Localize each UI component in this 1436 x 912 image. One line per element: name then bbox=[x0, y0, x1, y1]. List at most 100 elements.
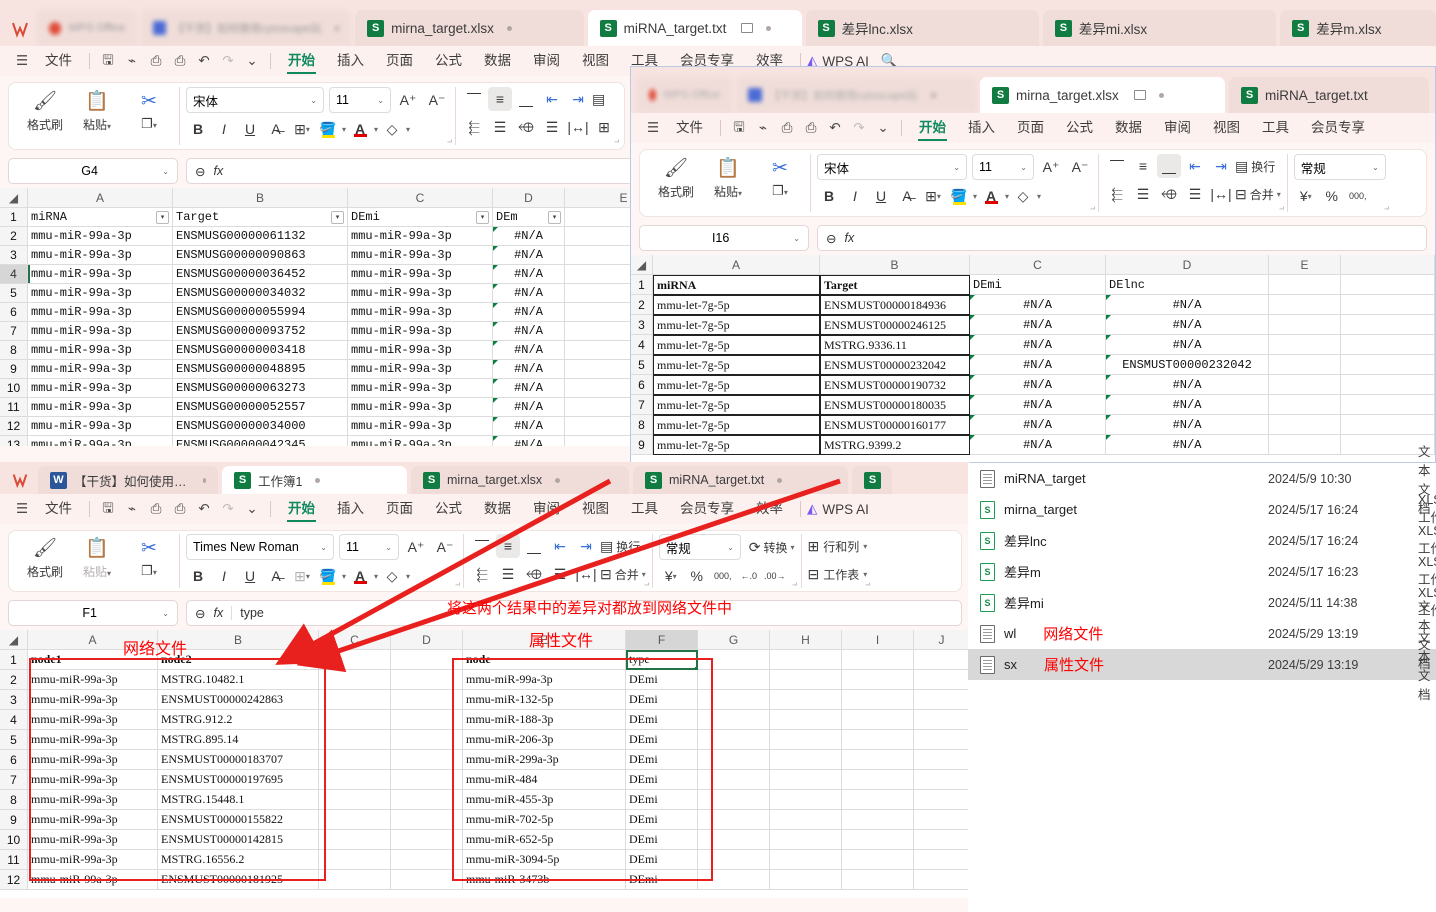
cell-c4[interactable]: #N/A bbox=[970, 335, 1106, 355]
row-number[interactable]: 10 bbox=[0, 379, 28, 398]
strikethrough-icon[interactable]: A̶ bbox=[264, 117, 288, 141]
align-right-icon[interactable]: ⬲ bbox=[522, 562, 546, 586]
cell-c7[interactable]: mmu-miR-99a-3p bbox=[348, 322, 493, 341]
zoom-out-icon[interactable]: ⊖ bbox=[195, 606, 205, 621]
filter-dropdown-icon[interactable]: ▾ bbox=[156, 210, 169, 224]
cell-a10[interactable]: mmu-miR-99a-3p bbox=[28, 830, 158, 850]
cell-g10[interactable] bbox=[698, 830, 770, 850]
convert-button[interactable]: ⟳ 转换 ▾ bbox=[749, 535, 795, 559]
cell-a10[interactable]: mmu-miR-99a-3p bbox=[28, 379, 173, 398]
row-number[interactable]: 12 bbox=[0, 870, 28, 890]
cell-h3[interactable] bbox=[770, 690, 842, 710]
increase-font-size-icon[interactable]: A⁺ bbox=[396, 88, 420, 112]
align-middle-icon[interactable]: ≡ bbox=[1131, 154, 1155, 178]
menu-tab-tools[interactable]: 工具 bbox=[620, 494, 669, 524]
column-header-d[interactable]: D bbox=[1106, 255, 1269, 275]
cell-i11[interactable] bbox=[842, 850, 914, 870]
cell-e4[interactable]: mmu-miR-188-3p bbox=[463, 710, 626, 730]
clear-format-icon[interactable]: ◇ bbox=[380, 117, 404, 141]
cell-e5[interactable]: mmu-miR-206-3p bbox=[463, 730, 626, 750]
cell-e6[interactable] bbox=[1269, 375, 1341, 395]
align-left-icon[interactable]: ⬱ bbox=[470, 562, 494, 586]
cell-a4[interactable]: mmu-let-7g-5p bbox=[653, 335, 820, 355]
menu-tab-member[interactable]: 会员专享 bbox=[669, 494, 745, 524]
cell-e9[interactable]: mmu-miR-702-5p bbox=[463, 810, 626, 830]
tab-mirna-target-txt[interactable]: S miRNA_target.txt bbox=[587, 10, 802, 46]
column-header-b[interactable]: B bbox=[173, 188, 348, 208]
file-row[interactable]: S差异mi2024/5/11 14:38XLSX 工作 bbox=[968, 586, 1436, 618]
menu-tab-data[interactable]: 数据 bbox=[1104, 113, 1153, 143]
row-number[interactable]: 11 bbox=[0, 398, 28, 417]
menu-tab-formula[interactable]: 公式 bbox=[1055, 113, 1104, 143]
cell-c4[interactable]: mmu-miR-99a-3p bbox=[348, 265, 493, 284]
cell-c13[interactable]: mmu-miR-99a-3p bbox=[348, 436, 493, 446]
clear-format-icon[interactable]: ◇ bbox=[380, 564, 404, 588]
cell-d4[interactable]: #N/A bbox=[493, 265, 565, 284]
cell-b2[interactable]: ENSMUST00000184936 bbox=[820, 295, 970, 315]
row-number[interactable]: 12 bbox=[0, 417, 28, 436]
menu-tab-page[interactable]: 页面 bbox=[1006, 113, 1055, 143]
cell-c10[interactable] bbox=[319, 830, 391, 850]
currency-icon[interactable]: ¥ ▾ bbox=[659, 564, 683, 588]
cell-j2[interactable] bbox=[914, 670, 970, 690]
row-number[interactable]: 7 bbox=[0, 322, 28, 341]
align-top-icon[interactable]: ⎺ bbox=[1105, 154, 1129, 178]
cell-j6[interactable] bbox=[914, 750, 970, 770]
align-left-icon[interactable]: ⬱ bbox=[1105, 182, 1129, 206]
menu-tab-start[interactable]: 开始 bbox=[277, 46, 326, 76]
paste-button[interactable]: 📋 粘贴▾ bbox=[71, 534, 123, 580]
cell-d4[interactable] bbox=[391, 710, 463, 730]
cell-f6[interactable] bbox=[1341, 375, 1435, 395]
redo-icon[interactable]: ↷ bbox=[216, 497, 240, 521]
comma-style-icon[interactable]: 000, bbox=[1346, 184, 1370, 208]
tab-mirna-target-xlsx[interactable]: S mirna_target.xlsx bbox=[355, 10, 584, 46]
cell-c4[interactable] bbox=[319, 710, 391, 730]
cell-i1[interactable] bbox=[842, 650, 914, 670]
cell-a9[interactable]: mmu-miR-99a-3p bbox=[28, 360, 173, 379]
cell-a3[interactable]: mmu-miR-99a-3p bbox=[28, 690, 158, 710]
cell-g7[interactable] bbox=[698, 770, 770, 790]
cell-d1[interactable]: DEm ▾ bbox=[493, 208, 565, 227]
cell-b4[interactable]: MSTRG.912.2 bbox=[158, 710, 319, 730]
font-name-select[interactable]: Times New Roman ⌄ bbox=[186, 534, 334, 560]
cell-h5[interactable] bbox=[770, 730, 842, 750]
cell-h12[interactable] bbox=[770, 870, 842, 890]
cell-d4[interactable]: #N/A bbox=[1106, 335, 1269, 355]
cell-d8[interactable] bbox=[391, 790, 463, 810]
cell-e1[interactable] bbox=[1269, 275, 1341, 295]
cell-g2[interactable] bbox=[698, 670, 770, 690]
row-number[interactable]: 7 bbox=[631, 395, 653, 415]
row-number[interactable]: 7 bbox=[0, 770, 28, 790]
cell-c2[interactable]: mmu-miR-99a-3p bbox=[348, 227, 493, 246]
align-right-icon[interactable]: ⬲ bbox=[1157, 182, 1181, 206]
cell-a7[interactable]: mmu-miR-99a-3p bbox=[28, 770, 158, 790]
cell-e12[interactable]: mmu-miR-3473b bbox=[463, 870, 626, 890]
cell-b6[interactable]: ENSMUSG00000055994 bbox=[173, 303, 348, 322]
cell-g8[interactable] bbox=[698, 790, 770, 810]
column-header-j[interactable]: J bbox=[914, 630, 970, 650]
row-number[interactable]: 4 bbox=[0, 710, 28, 730]
menu-tab-insert[interactable]: 插入 bbox=[957, 113, 1006, 143]
justify-icon[interactable]: ☰ bbox=[1183, 182, 1207, 206]
cell-i3[interactable] bbox=[842, 690, 914, 710]
align-top-icon[interactable]: ⎺ bbox=[462, 87, 486, 111]
cell-e8[interactable]: mmu-miR-455-3p bbox=[463, 790, 626, 810]
decrease-font-size-icon[interactable]: A⁻ bbox=[433, 535, 457, 559]
column-header-c[interactable]: C bbox=[348, 188, 493, 208]
cell-i7[interactable] bbox=[842, 770, 914, 790]
cell-b8[interactable]: MSTRG.15448.1 bbox=[158, 790, 319, 810]
row-number[interactable]: 5 bbox=[0, 730, 28, 750]
column-header-a[interactable]: A bbox=[28, 188, 173, 208]
print-icon[interactable]: ⎙ bbox=[144, 49, 168, 73]
cell-f5[interactable]: DEmi bbox=[626, 730, 698, 750]
cell-c7[interactable]: #N/A bbox=[970, 395, 1106, 415]
row-number[interactable]: 13 bbox=[0, 436, 28, 446]
cell-a6[interactable]: mmu-miR-99a-3p bbox=[28, 303, 173, 322]
cell-g4[interactable] bbox=[698, 710, 770, 730]
tab-mirna-target-xlsx[interactable]: S mirna_target.xlsx bbox=[411, 466, 629, 494]
row-number[interactable]: 5 bbox=[631, 355, 653, 375]
formula-input[interactable]: ⊖ fx bbox=[817, 225, 1427, 251]
file-row[interactable]: wl 网络文件 2024/5/29 13:19 文本文档 bbox=[968, 600, 1436, 671]
filter-dropdown-icon[interactable]: ▾ bbox=[548, 210, 561, 224]
cell-c2[interactable]: #N/A bbox=[970, 295, 1106, 315]
